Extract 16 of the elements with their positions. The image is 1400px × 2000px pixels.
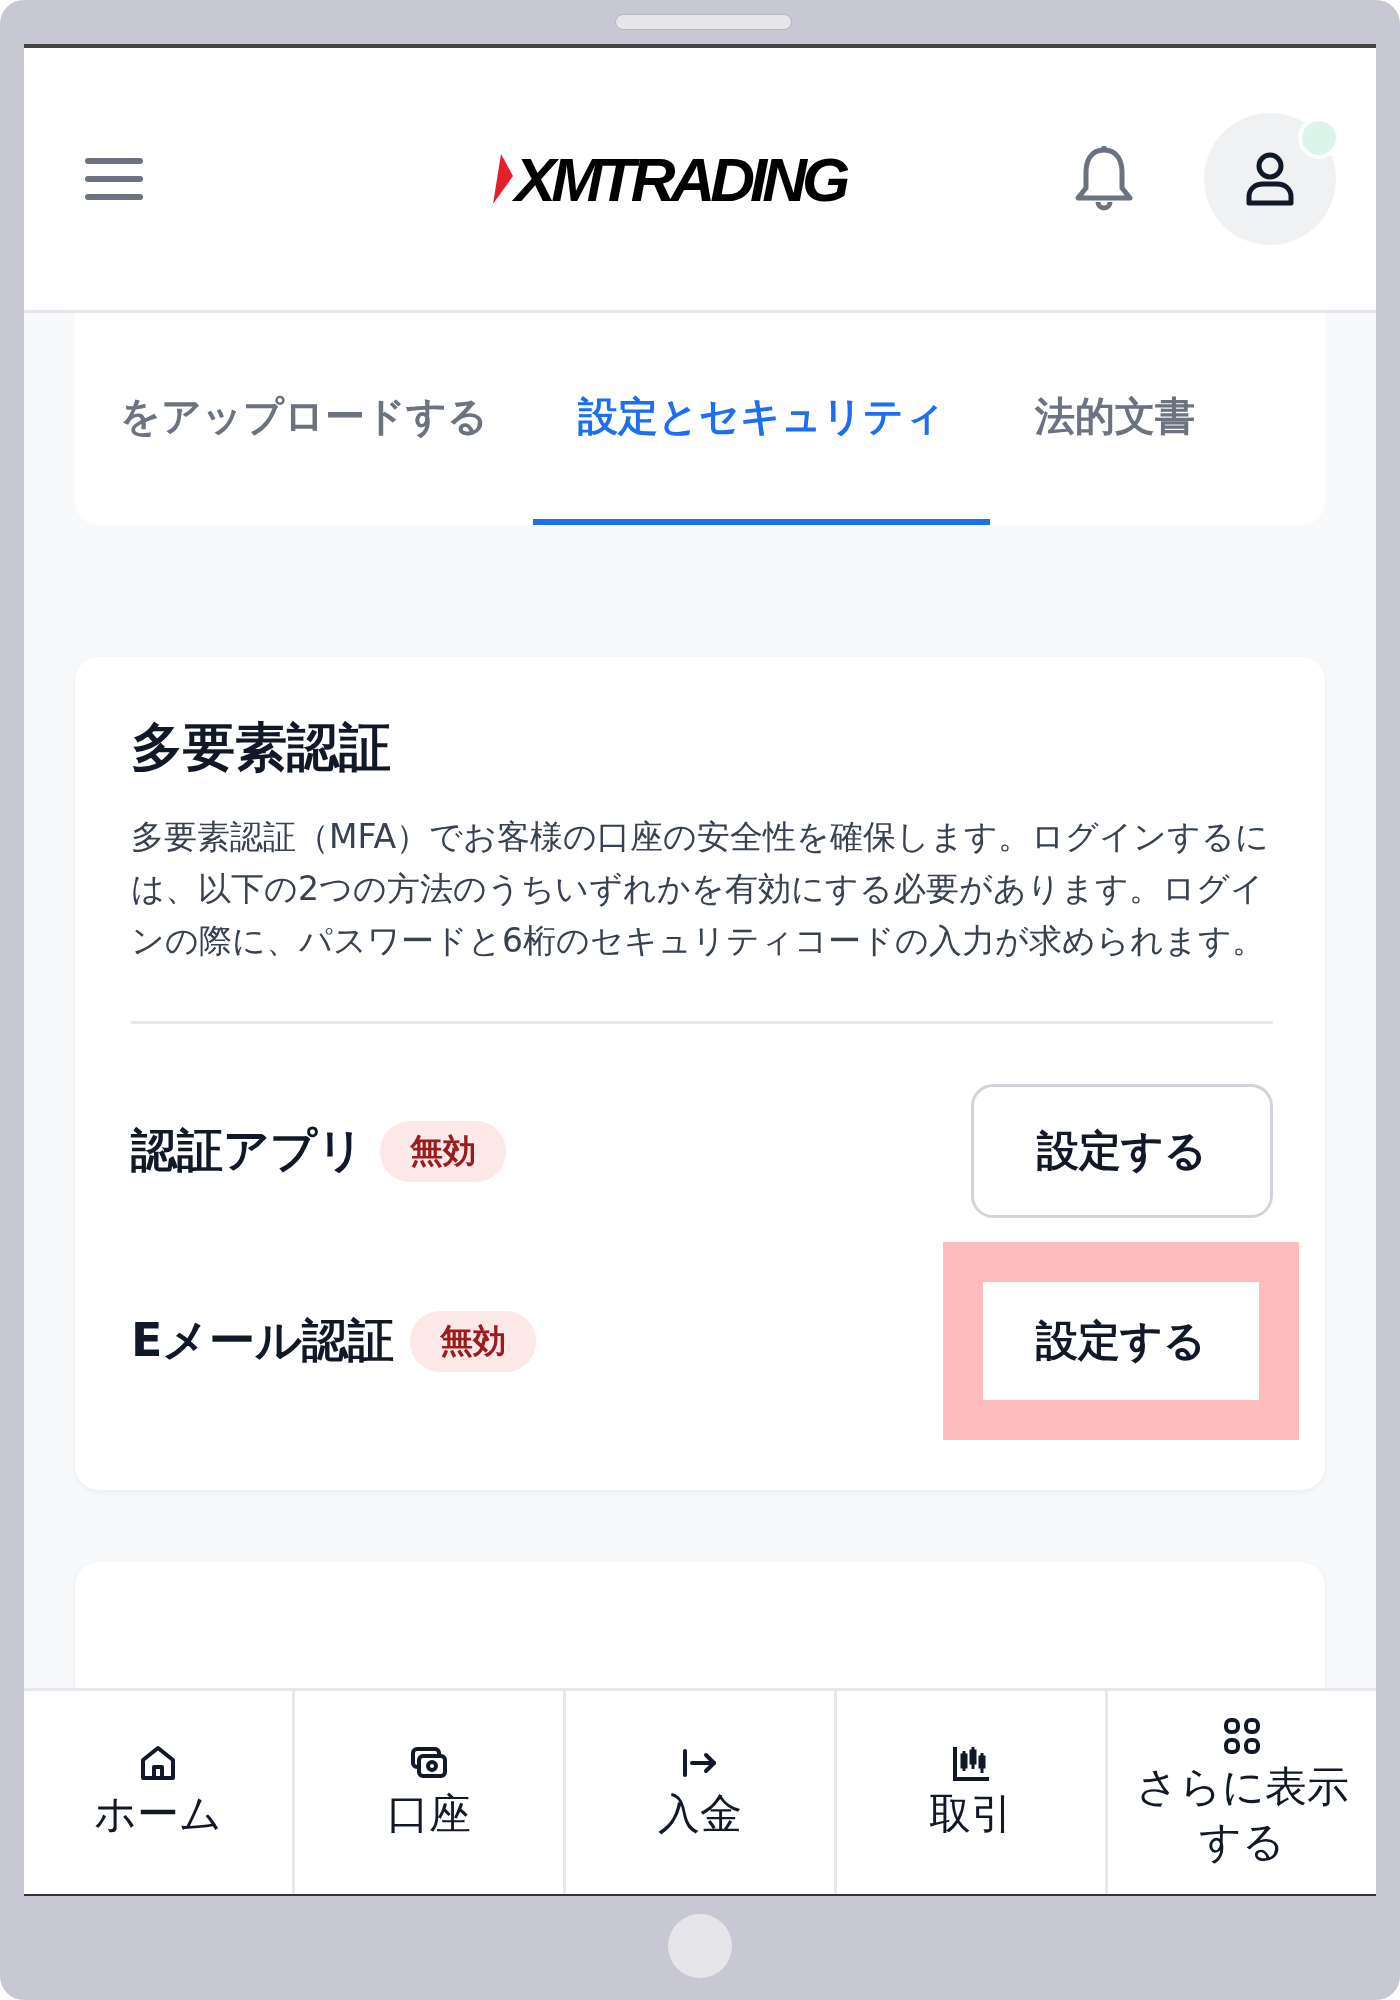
method-name: 認証アプリ: [131, 1122, 364, 1179]
method-name: Eメール認証: [131, 1312, 395, 1369]
setup-button[interactable]: 設定する: [971, 1084, 1273, 1218]
tab[interactable]: 法的文書: [990, 313, 1240, 525]
description: 多要素認証（MFA）でお客様の口座の安全性を確保します。ログインするには、以下の2つの方法のうちいずれかを有効にする必要があります。ログインの際に、パスワードと6桁のセキュリティコードの入力が求められます。: [131, 816, 1270, 962]
triangle-icon: [492, 154, 513, 204]
section-title: 多要素認証: [131, 716, 392, 779]
menu-icon[interactable]: [84, 157, 144, 201]
tab[interactable]: 設定とセキュリティ: [533, 313, 990, 525]
user-icon: [1245, 151, 1295, 207]
setup-button[interactable]: 設定する: [983, 1282, 1259, 1400]
logo[interactable]: XMTRADING: [514, 143, 846, 215]
grid-icon: [1222, 1715, 1262, 1756]
status-badge: 無効: [380, 1120, 506, 1182]
tab[interactable]: をアップロードする: [75, 313, 533, 525]
status-badge: 無効: [410, 1310, 537, 1372]
